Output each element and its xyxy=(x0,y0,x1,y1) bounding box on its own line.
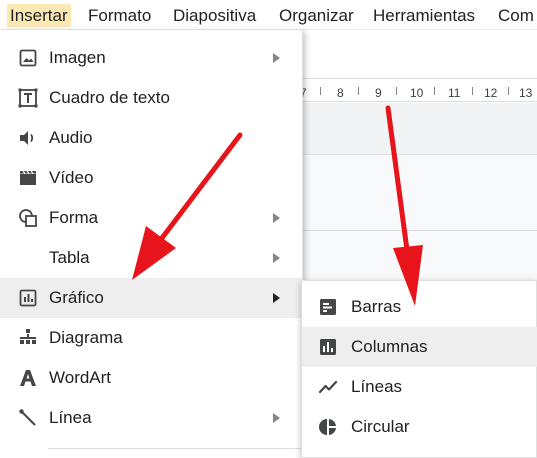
submenu-arrow-icon xyxy=(273,253,280,263)
submenu-item-lineas[interactable]: Líneas xyxy=(302,367,537,407)
audio-icon xyxy=(18,128,38,148)
submenu-item-label: Circular xyxy=(351,417,410,436)
menu-comentarios[interactable]: Com xyxy=(495,4,537,27)
menu-item-diagrama[interactable]: Diagrama xyxy=(0,318,303,358)
menu-item-cuadro-de-texto[interactable]: Cuadro de texto xyxy=(0,78,303,118)
ruler-minor-tick xyxy=(434,87,435,95)
ruler-tick-label: 12 xyxy=(484,86,498,100)
diagram-icon xyxy=(18,328,38,348)
ruler-minor-tick xyxy=(472,87,473,95)
submenu-arrow-icon xyxy=(273,53,280,63)
slide-canvas-header xyxy=(300,103,537,155)
ruler-minor-tick xyxy=(320,87,321,95)
submenu-item-label: Barras xyxy=(351,297,402,316)
submenu-item-label: Líneas xyxy=(351,377,403,396)
menu-item-tabla[interactable]: Tabla xyxy=(0,238,303,278)
menu-bar: Insertar Formato Diapositiva Organizar H… xyxy=(0,0,537,30)
bar-chart-icon xyxy=(318,297,338,317)
image-icon xyxy=(18,48,38,68)
submenu-item-columnas[interactable]: Columnas xyxy=(302,327,537,367)
video-icon xyxy=(18,168,38,188)
ruler-tick-label: 10 xyxy=(410,86,424,100)
ruler-minor-tick xyxy=(396,87,397,95)
text-box-icon xyxy=(18,88,38,108)
menu-item-label: Audio xyxy=(49,128,93,147)
menu-formato[interactable]: Formato xyxy=(85,4,154,27)
menu-organizar[interactable]: Organizar xyxy=(276,4,357,27)
line-chart-icon xyxy=(318,377,338,397)
ruler-tick-label: 8 xyxy=(337,86,344,100)
menu-item-label: Imagen xyxy=(49,48,106,67)
column-chart-icon xyxy=(318,337,338,357)
canvas-guide-line xyxy=(300,230,537,231)
horizontal-ruler: 7 8 9 10 11 12 13 xyxy=(300,80,537,102)
submenu-item-circular[interactable]: Circular xyxy=(302,407,537,447)
ruler-tick-label: 13 xyxy=(519,86,533,100)
menu-item-label: Forma xyxy=(49,208,99,227)
menu-item-label: Diagrama xyxy=(49,328,123,347)
insert-menu: Imagen Cuadro de texto Audio Vídeo Forma… xyxy=(0,30,303,458)
submenu-arrow-icon xyxy=(273,213,280,223)
menu-item-grafico[interactable]: Gráfico xyxy=(0,278,303,318)
ruler-tick-label: 9 xyxy=(375,86,382,100)
submenu-item-barras[interactable]: Barras xyxy=(302,287,537,327)
pie-chart-icon xyxy=(318,417,338,437)
ruler-minor-tick xyxy=(358,87,359,95)
chart-icon xyxy=(18,288,38,308)
ruler-minor-tick xyxy=(508,87,509,95)
menu-item-forma[interactable]: Forma xyxy=(0,198,303,238)
menu-item-label: Línea xyxy=(49,408,92,427)
menu-item-imagen[interactable]: Imagen xyxy=(0,38,303,78)
editor-toolbar xyxy=(300,31,537,79)
submenu-item-label: Columnas xyxy=(351,337,428,356)
shape-icon xyxy=(18,208,38,228)
submenu-arrow-icon xyxy=(273,293,280,303)
submenu-arrow-icon xyxy=(273,413,280,423)
line-icon xyxy=(18,408,38,428)
menu-item-label: Vídeo xyxy=(49,168,94,187)
menu-diapositiva[interactable]: Diapositiva xyxy=(170,4,259,27)
menu-item-label: Gráfico xyxy=(49,288,104,307)
menu-item-label: Cuadro de texto xyxy=(49,88,170,107)
menu-item-video[interactable]: Vídeo xyxy=(0,158,303,198)
menu-item-label: Tabla xyxy=(49,248,90,267)
menu-item-linea[interactable]: Línea xyxy=(0,398,303,438)
menu-item-audio[interactable]: Audio xyxy=(0,118,303,158)
wordart-icon xyxy=(18,368,38,388)
ruler-tick-label: 11 xyxy=(448,86,461,100)
menu-herramientas[interactable]: Herramientas xyxy=(370,4,478,27)
chart-submenu: Barras Columnas Líneas Circular xyxy=(301,280,537,458)
menu-item-wordart[interactable]: WordArt xyxy=(0,358,303,398)
menu-insertar[interactable]: Insertar xyxy=(7,4,71,27)
menu-separator xyxy=(48,448,303,449)
menu-item-label: WordArt xyxy=(49,368,112,387)
